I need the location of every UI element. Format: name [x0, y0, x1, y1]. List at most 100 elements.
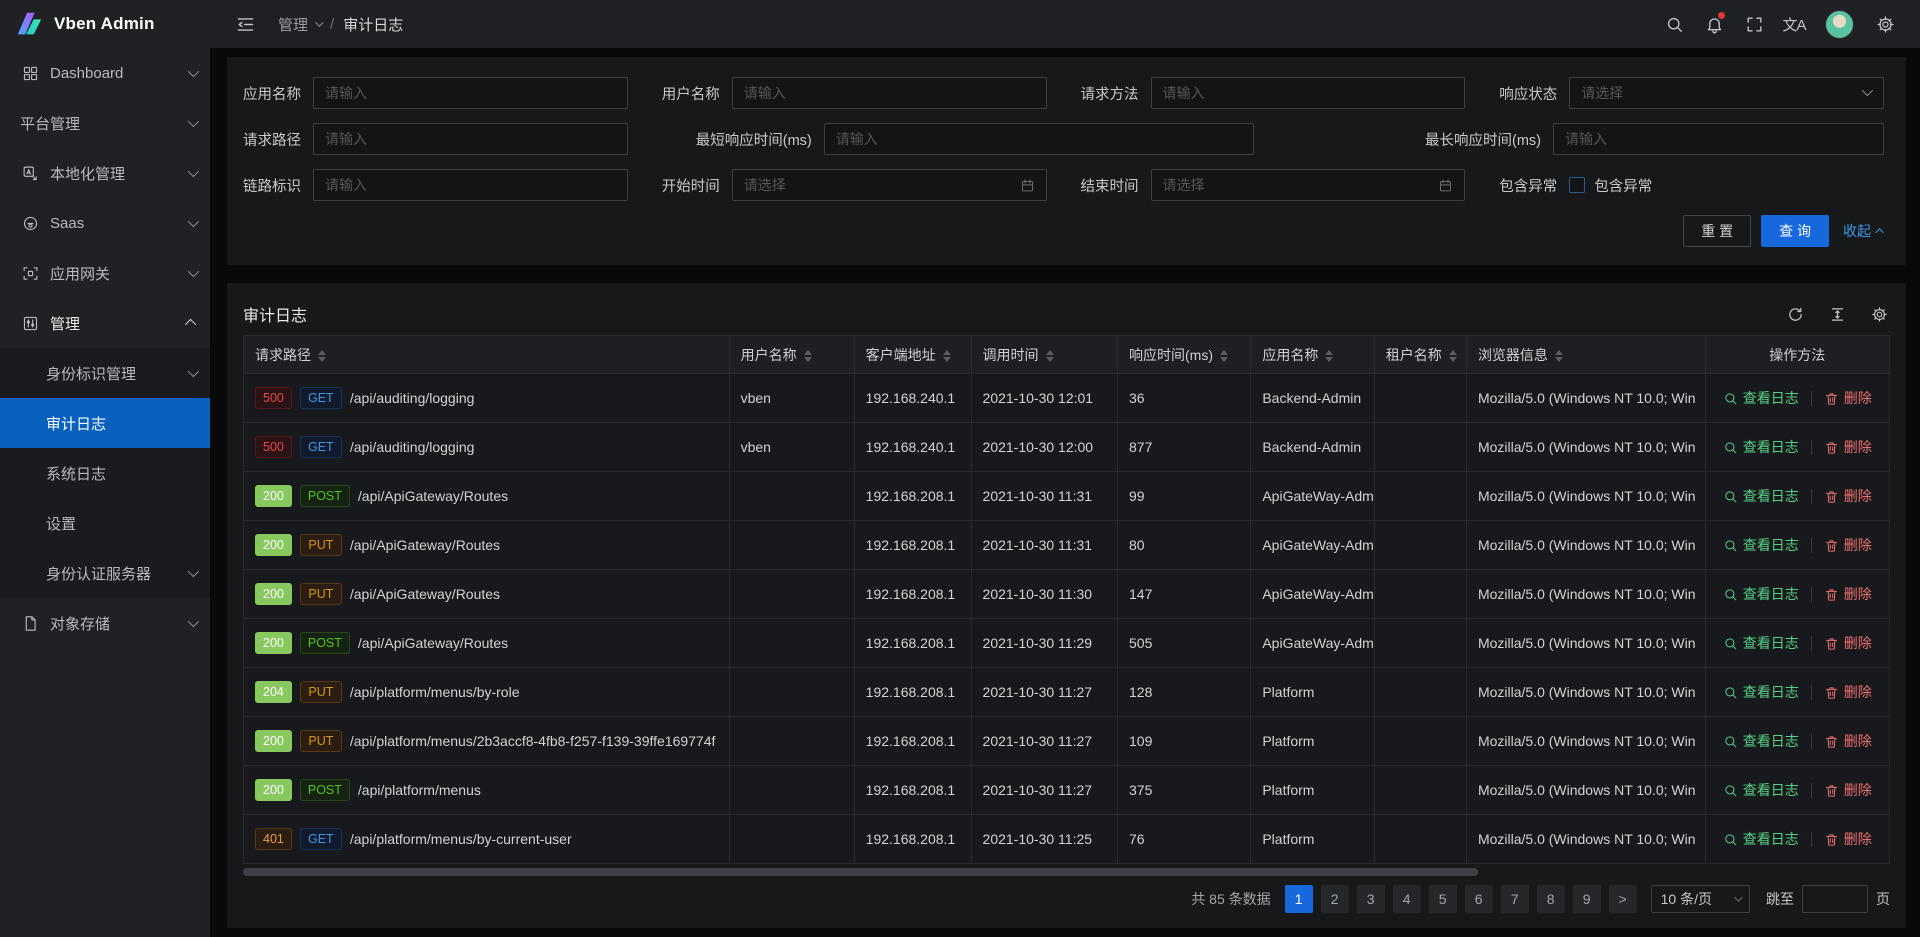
column-header-客户端地址[interactable]: 客户端地址 — [854, 336, 971, 374]
view-log-button[interactable]: 查看日志 — [1723, 829, 1799, 849]
delete-button[interactable]: 删除 — [1824, 829, 1872, 849]
sidebar-item-系统日志[interactable]: 系统日志 — [0, 448, 210, 498]
translate-icon[interactable]: 文A — [1777, 7, 1811, 41]
sort-desc-icon[interactable] — [943, 357, 951, 362]
page-button-9[interactable]: 9 — [1573, 885, 1601, 913]
sort-desc-icon[interactable] — [1449, 357, 1457, 362]
column-header-请求路径[interactable]: 请求路径 — [244, 336, 730, 374]
sidebar-item-身份认证服务器[interactable]: 身份认证服务器 — [0, 548, 210, 598]
delete-button[interactable]: 删除 — [1824, 437, 1872, 457]
next-page-button[interactable]: > — [1609, 885, 1637, 913]
table-settings-icon[interactable] — [1868, 303, 1890, 325]
sidebar-item-审计日志[interactable]: 审计日志 — [0, 398, 210, 448]
sort-asc-icon[interactable] — [1046, 350, 1054, 355]
view-log-button[interactable]: 查看日志 — [1723, 584, 1799, 604]
column-header-浏览器信息[interactable]: 浏览器信息 — [1466, 336, 1705, 374]
请求方法-input[interactable]: 请输入 — [1151, 77, 1466, 109]
menu-fold-icon[interactable] — [228, 7, 262, 41]
refresh-icon[interactable] — [1784, 303, 1806, 325]
jump-page-input[interactable] — [1802, 885, 1868, 913]
logo[interactable]: Vben Admin — [0, 0, 210, 48]
delete-button[interactable]: 删除 — [1824, 682, 1872, 702]
sort-icons[interactable] — [318, 350, 326, 362]
sort-icons[interactable] — [1555, 350, 1563, 362]
avatar[interactable] — [1825, 10, 1854, 39]
view-log-button[interactable]: 查看日志 — [1723, 780, 1799, 800]
sort-desc-icon[interactable] — [318, 357, 326, 362]
view-log-button[interactable]: 查看日志 — [1723, 682, 1799, 702]
delete-button[interactable]: 删除 — [1824, 780, 1872, 800]
fullscreen-icon[interactable] — [1737, 7, 1771, 41]
sort-asc-icon[interactable] — [804, 350, 812, 355]
开始时间-date-picker[interactable]: 请选择 — [732, 169, 1047, 201]
sidebar-item-Dashboard[interactable]: Dashboard — [0, 48, 210, 98]
sort-desc-icon[interactable] — [1555, 357, 1563, 362]
include-exception-checkbox[interactable] — [1569, 177, 1585, 193]
sort-icons[interactable] — [1220, 350, 1228, 362]
sidebar-item-应用网关[interactable]: 应用网关 — [0, 248, 210, 298]
结束时间-date-picker[interactable]: 请选择 — [1151, 169, 1466, 201]
最长响应时间(ms)-input[interactable]: 请输入 — [1553, 123, 1884, 155]
page-button-1[interactable]: 1 — [1285, 885, 1313, 913]
sort-desc-icon[interactable] — [1220, 357, 1228, 362]
breadcrumb-parent[interactable]: 管理 — [278, 14, 321, 35]
view-log-button[interactable]: 查看日志 — [1723, 388, 1799, 408]
响应状态-select[interactable]: 请选择 — [1569, 77, 1884, 109]
sidebar-item-对象存储[interactable]: 对象存储 — [0, 598, 210, 648]
collapse-link[interactable]: 收起 — [1843, 221, 1884, 241]
sort-icons[interactable] — [1325, 350, 1333, 362]
请求路径-input[interactable]: 请输入 — [313, 123, 628, 155]
delete-button[interactable]: 删除 — [1824, 388, 1872, 408]
search-button[interactable]: 查 询 — [1761, 215, 1829, 247]
sidebar-item-Saas[interactable]: Saas — [0, 198, 210, 248]
delete-button[interactable]: 删除 — [1824, 486, 1872, 506]
page-size-select[interactable]: 10 条/页 — [1651, 885, 1750, 913]
column-header-响应时间(ms)[interactable]: 响应时间(ms) — [1118, 336, 1251, 374]
最短响应时间(ms)-input[interactable]: 请输入 — [824, 123, 1254, 155]
delete-button[interactable]: 删除 — [1824, 731, 1872, 751]
sort-desc-icon[interactable] — [804, 357, 812, 362]
view-log-button[interactable]: 查看日志 — [1723, 437, 1799, 457]
page-button-8[interactable]: 8 — [1537, 885, 1565, 913]
view-log-button[interactable]: 查看日志 — [1723, 731, 1799, 751]
应用名称-input[interactable]: 请输入 — [313, 77, 628, 109]
sort-asc-icon[interactable] — [1449, 350, 1457, 355]
settings-icon[interactable] — [1868, 7, 1902, 41]
column-header-应用名称[interactable]: 应用名称 — [1251, 336, 1374, 374]
column-header-调用时间[interactable]: 调用时间 — [971, 336, 1117, 374]
用户名称-input[interactable]: 请输入 — [732, 77, 1047, 109]
page-button-7[interactable]: 7 — [1501, 885, 1529, 913]
view-log-button[interactable]: 查看日志 — [1723, 486, 1799, 506]
column-header-用户名称[interactable]: 用户名称 — [729, 336, 854, 374]
sort-asc-icon[interactable] — [1325, 350, 1333, 355]
sort-asc-icon[interactable] — [1555, 350, 1563, 355]
page-button-5[interactable]: 5 — [1429, 885, 1457, 913]
row-height-icon[interactable] — [1826, 303, 1848, 325]
链路标识-input[interactable]: 请输入 — [313, 169, 628, 201]
sort-icons[interactable] — [1046, 350, 1054, 362]
view-log-button[interactable]: 查看日志 — [1723, 633, 1799, 653]
sort-icons[interactable] — [804, 350, 812, 362]
column-header-租户名称[interactable]: 租户名称 — [1374, 336, 1466, 374]
scrollbar-thumb[interactable] — [243, 868, 1478, 876]
sort-desc-icon[interactable] — [1325, 357, 1333, 362]
delete-button[interactable]: 删除 — [1824, 584, 1872, 604]
reset-button[interactable]: 重 置 — [1683, 215, 1751, 247]
search-icon[interactable] — [1657, 7, 1691, 41]
page-button-3[interactable]: 3 — [1357, 885, 1385, 913]
sort-asc-icon[interactable] — [1220, 350, 1228, 355]
sidebar-item-设置[interactable]: 设置 — [0, 498, 210, 548]
notification-icon[interactable] — [1697, 7, 1731, 41]
sort-icons[interactable] — [943, 350, 951, 362]
sort-asc-icon[interactable] — [943, 350, 951, 355]
sort-asc-icon[interactable] — [318, 350, 326, 355]
sort-icons[interactable] — [1449, 350, 1457, 362]
sidebar-item-管理[interactable]: 管理 — [0, 298, 210, 348]
sidebar-item-身份标识管理[interactable]: 身份标识管理 — [0, 348, 210, 398]
delete-button[interactable]: 删除 — [1824, 535, 1872, 555]
sort-desc-icon[interactable] — [1046, 357, 1054, 362]
page-button-6[interactable]: 6 — [1465, 885, 1493, 913]
page-button-2[interactable]: 2 — [1321, 885, 1349, 913]
sidebar-item-本地化管理[interactable]: 本地化管理 — [0, 148, 210, 198]
delete-button[interactable]: 删除 — [1824, 633, 1872, 653]
